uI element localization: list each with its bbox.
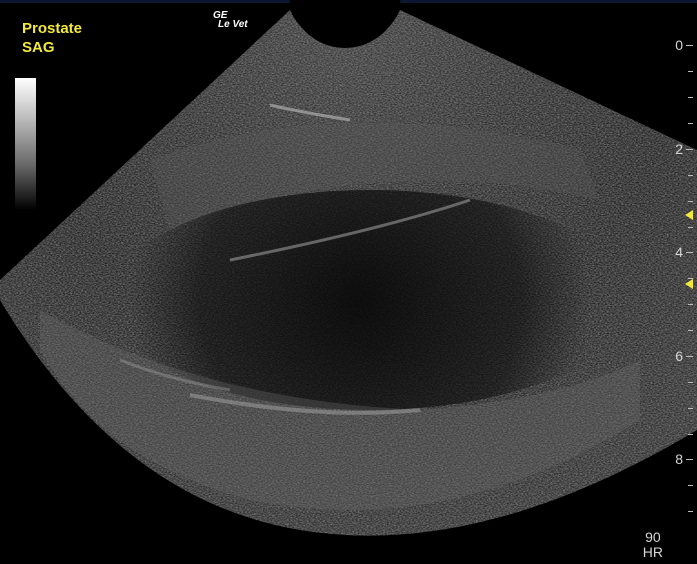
depth-tick <box>686 356 693 357</box>
depth-tick <box>688 304 693 305</box>
depth-label-2: 2 <box>675 141 683 157</box>
depth-tick <box>688 201 693 202</box>
depth-label-0: 0 <box>675 37 683 53</box>
depth-tick <box>688 511 693 512</box>
hr-label: HR <box>642 544 663 560</box>
organ-label: Prostate <box>22 20 83 37</box>
focus-marker <box>685 279 693 289</box>
depth-tick <box>688 123 693 124</box>
plane-label: SAG <box>22 39 55 56</box>
depth-tick <box>686 252 693 253</box>
depth-tick <box>688 330 693 331</box>
depth-label-6: 6 <box>675 348 683 364</box>
focus-marker <box>685 210 693 220</box>
depth-tick <box>688 97 693 98</box>
hr-readout: 90 HR <box>643 530 663 560</box>
depth-tick <box>688 485 693 486</box>
hr-value: 90 <box>645 529 661 545</box>
brand-line2: Le Vet <box>218 19 248 30</box>
depth-tick <box>686 459 693 460</box>
depth-label-4: 4 <box>675 244 683 260</box>
depth-tick <box>686 45 693 46</box>
grayscale-bar <box>15 78 36 210</box>
depth-tick <box>688 227 693 228</box>
depth-tick <box>688 408 693 409</box>
depth-tick <box>688 434 693 435</box>
depth-tick <box>688 382 693 383</box>
depth-tick <box>688 71 693 72</box>
depth-label-8: 8 <box>675 451 683 467</box>
depth-tick <box>688 175 693 176</box>
depth-tick <box>686 149 693 150</box>
ultrasound-image <box>0 0 697 536</box>
scan-sector <box>0 10 697 536</box>
